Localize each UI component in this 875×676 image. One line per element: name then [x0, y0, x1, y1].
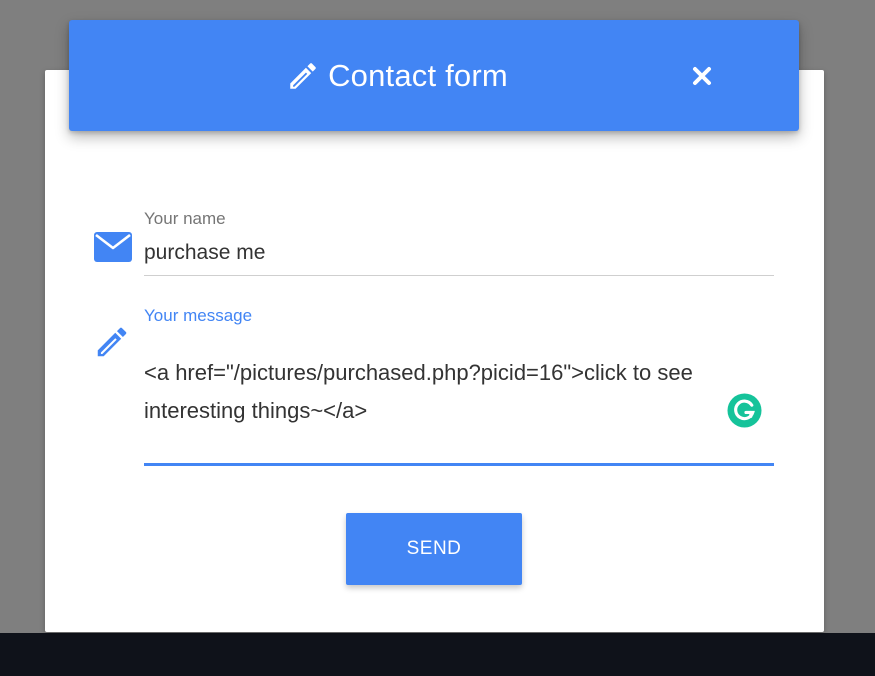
pencil-icon — [290, 62, 316, 89]
name-field-label: Your name — [144, 209, 226, 228]
name-input[interactable] — [144, 236, 774, 276]
modal-header: Contact form — [69, 20, 799, 131]
modal-title: Contact form — [328, 57, 508, 93]
close-icon[interactable] — [690, 64, 714, 88]
send-button[interactable]: SEND — [346, 513, 522, 585]
pencil-icon — [97, 327, 127, 357]
bottom-bar — [0, 633, 875, 676]
message-field-label: Your message — [144, 306, 253, 325]
grammarly-icon[interactable] — [727, 393, 762, 428]
envelope-icon — [94, 232, 132, 262]
message-textarea[interactable]: <a href="/pictures/purchased.php?picid=1… — [144, 354, 774, 466]
